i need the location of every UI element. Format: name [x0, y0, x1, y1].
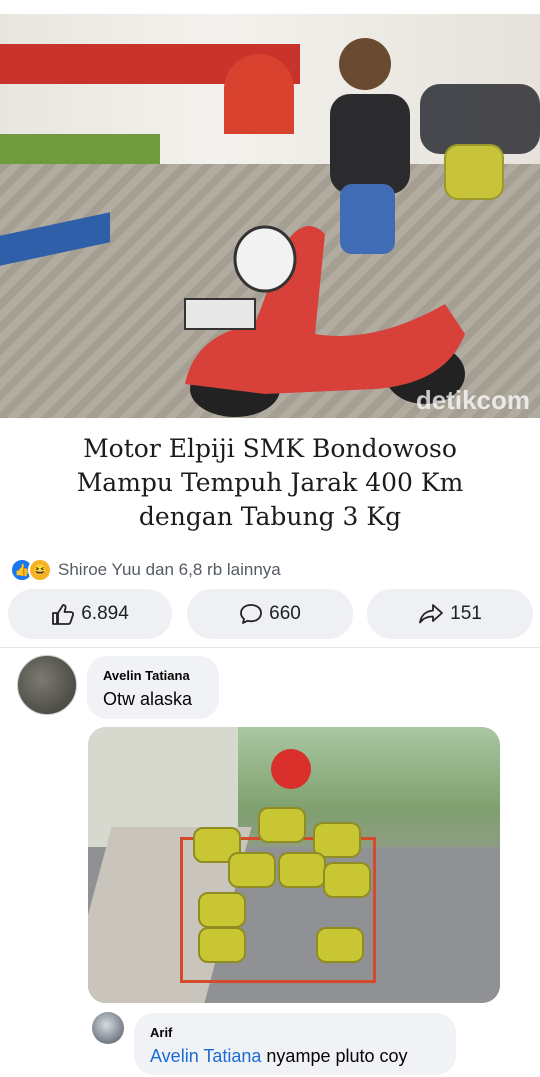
comment-count: 660: [269, 603, 301, 624]
headline-line: Mampu Tempuh Jarak 400 Km: [76, 468, 464, 497]
photo-rider-helmet: [271, 749, 311, 789]
comment-mention-link[interactable]: Avelin Tatiana: [150, 1046, 261, 1066]
post-actions: 6.894 660 151: [0, 589, 540, 639]
share-count: 151: [450, 603, 482, 624]
comment-text: Otw alaska: [103, 689, 193, 709]
rider-illustration: [330, 38, 410, 254]
comment-bubble[interactable]: Arif Avelin Tatiana nyampe pluto coy: [134, 1013, 456, 1075]
like-count: 6.894: [81, 603, 129, 624]
comment-text: Avelin Tatiana nyampe pluto coy: [150, 1046, 408, 1067]
post-photo[interactable]: detikcom: [0, 14, 540, 418]
avatar[interactable]: [92, 1012, 124, 1044]
comment-author[interactable]: Avelin Tatiana: [103, 668, 190, 683]
photo-gas-canister: [278, 852, 326, 888]
post-headline[interactable]: Motor Elpiji SMK Bondowoso Mampu Tempuh …: [20, 432, 520, 534]
reaction-summary[interactable]: 👍 😆 Shiroe Yuu dan 6,8 rb lainnya: [10, 556, 281, 584]
avatar[interactable]: [17, 655, 77, 715]
reaction-summary-text: Shiroe Yuu dan 6,8 rb lainnya: [58, 560, 281, 579]
share-button[interactable]: 151: [367, 589, 533, 639]
photo-gas-canister: [228, 852, 276, 888]
divider: [0, 647, 540, 648]
photo-gas-canister: [258, 807, 306, 843]
comment-author[interactable]: Arif: [150, 1025, 172, 1040]
comment-button[interactable]: 660: [187, 589, 353, 639]
photo-gas-canister: [198, 927, 246, 963]
thumbs-up-icon: [52, 604, 75, 625]
photo-gas-canister: [316, 927, 364, 963]
like-button[interactable]: 6.894: [8, 589, 172, 639]
comment-text-body: nyampe pluto coy: [261, 1046, 408, 1066]
lpg-tank: [444, 144, 504, 200]
photo-gas-canister: [198, 892, 246, 928]
photo-watermark: detikcom: [415, 385, 530, 415]
share-arrow-icon: [419, 604, 444, 624]
comment-photo[interactable]: [88, 727, 500, 1003]
photo-gas-canister: [323, 862, 371, 898]
haha-reaction-icon: 😆: [28, 558, 52, 582]
photo-arch: [224, 54, 294, 134]
headline-line: Motor Elpiji SMK Bondowoso: [83, 434, 457, 463]
headline-line: dengan Tabung 3 Kg: [138, 502, 402, 531]
comment-bubble[interactable]: Avelin Tatiana Otw alaska: [87, 656, 219, 719]
comment-bubble-icon: [240, 604, 263, 624]
